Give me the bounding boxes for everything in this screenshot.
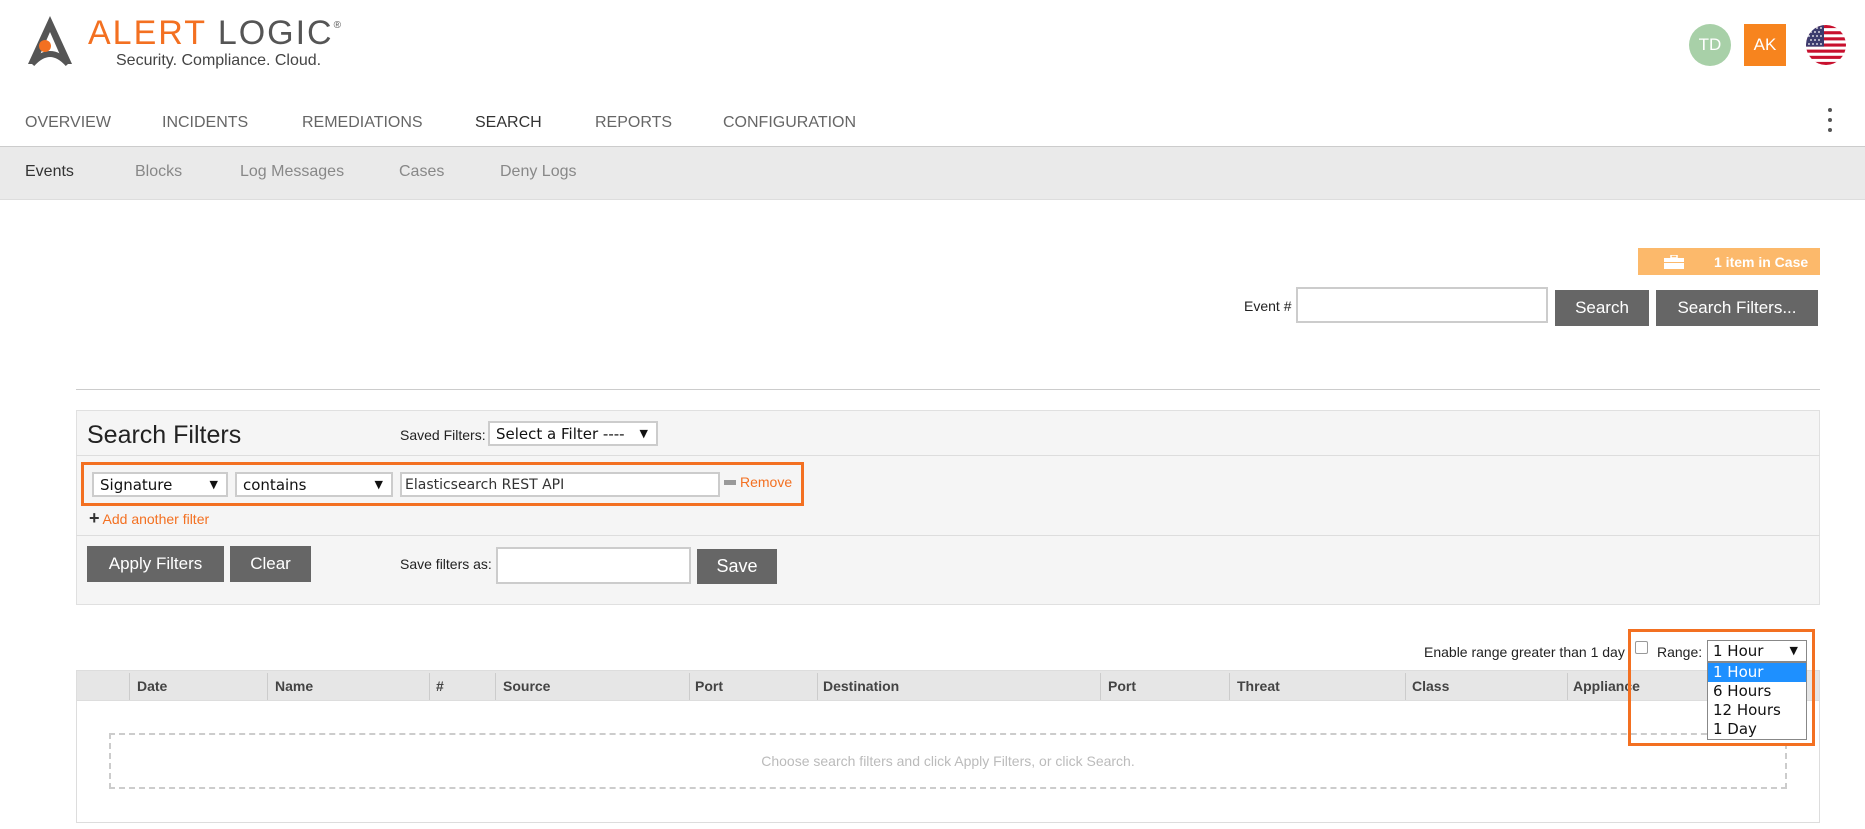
nav-reports[interactable]: REPORTS [595, 114, 672, 132]
column-source[interactable]: Source [503, 678, 550, 694]
logo-mark-icon [28, 16, 72, 67]
saved-filters-select[interactable]: Select a Filter ---- ▼ [488, 421, 658, 446]
events-table-header: Date Name # Source Port Destination Port… [76, 670, 1820, 701]
dropdown-arrow-icon: ▼ [374, 477, 383, 491]
case-count-label: 1 item in Case [1714, 253, 1809, 270]
dropdown-arrow-icon: ▼ [209, 477, 218, 491]
case-button[interactable]: 1 item in Case [1638, 248, 1820, 275]
filter-operator-value: contains [243, 475, 307, 494]
avatar-ak[interactable]: AK [1744, 24, 1786, 66]
nav-remediations[interactable]: REMEDIATIONS [302, 114, 423, 132]
column-name[interactable]: Name [275, 678, 313, 694]
column-class[interactable]: Class [1412, 678, 1449, 694]
us-flag-icon[interactable] [1806, 25, 1846, 65]
nav-overview[interactable]: OVERVIEW [25, 114, 111, 132]
search-filters-title: Search Filters [87, 421, 242, 449]
search-filters-button[interactable]: Search Filters... [1656, 290, 1818, 326]
remove-filter-label: Remove [740, 474, 793, 490]
briefcase-icon [1664, 254, 1684, 269]
enable-range-label: Enable range greater than 1 day [1424, 644, 1625, 660]
apply-filters-button[interactable]: Apply Filters [87, 546, 224, 582]
minus-icon [724, 479, 736, 485]
column-threat[interactable]: Threat [1237, 678, 1280, 694]
event-number-label: Event # [1244, 298, 1292, 314]
plus-icon: + [89, 508, 100, 528]
panel-divider [76, 455, 1820, 456]
filter-field-value: Signature [100, 475, 173, 494]
save-button[interactable]: Save [697, 549, 777, 584]
add-filter-link[interactable]: + Add another filter [89, 508, 209, 529]
nav-configuration[interactable]: CONFIGURATION [723, 114, 856, 132]
clear-button[interactable]: Clear [230, 546, 311, 582]
alert-logic-logo[interactable]: ALERT LOGIC® Security. Compliance. Cloud… [26, 12, 346, 82]
column-source-port[interactable]: Port [695, 678, 723, 694]
save-filters-input[interactable] [496, 547, 691, 584]
nav-search[interactable]: SEARCH [475, 114, 542, 132]
saved-filters-label: Saved Filters: [400, 427, 486, 443]
range-highlight [1628, 629, 1815, 746]
search-button[interactable]: Search [1555, 290, 1649, 326]
column-count[interactable]: # [436, 678, 444, 694]
brand-name: ALERT LOGIC® [88, 14, 343, 52]
subnav-log-messages[interactable]: Log Messages [240, 163, 344, 181]
save-filters-label: Save filters as: [400, 556, 492, 572]
event-number-input[interactable] [1296, 287, 1548, 323]
column-destination[interactable]: Destination [823, 678, 899, 694]
saved-filters-value: Select a Filter ---- [496, 424, 625, 443]
subnav-cases[interactable]: Cases [399, 163, 444, 181]
dropdown-arrow-icon: ▼ [639, 426, 648, 440]
subnav-blocks[interactable]: Blocks [135, 163, 182, 181]
more-options-icon[interactable] [1824, 108, 1836, 132]
avatar-td[interactable]: TD [1689, 24, 1731, 66]
main-nav: OVERVIEW INCIDENTS REMEDIATIONS SEARCH R… [0, 104, 1865, 146]
remove-filter-link[interactable]: Remove [724, 474, 792, 490]
filter-field-select[interactable]: Signature ▼ [92, 472, 228, 497]
subnav-deny-logs[interactable]: Deny Logs [500, 163, 577, 181]
search-filters-panel [76, 410, 1820, 605]
column-destination-port[interactable]: Port [1108, 678, 1136, 694]
column-date[interactable]: Date [137, 678, 167, 694]
filter-operator-select[interactable]: contains ▼ [235, 472, 393, 497]
nav-incidents[interactable]: INCIDENTS [162, 114, 248, 132]
empty-results-message: Choose search filters and click Apply Fi… [109, 733, 1787, 789]
add-filter-label: Add another filter [102, 510, 210, 527]
brand-tagline: Security. Compliance. Cloud. [116, 52, 322, 69]
sub-nav: Events Blocks Log Messages Cases Deny Lo… [0, 146, 1865, 200]
panel-divider [76, 535, 1820, 536]
divider [76, 389, 1820, 390]
filter-value-input[interactable]: Elasticsearch REST API [400, 472, 720, 497]
subnav-events[interactable]: Events [25, 163, 74, 181]
